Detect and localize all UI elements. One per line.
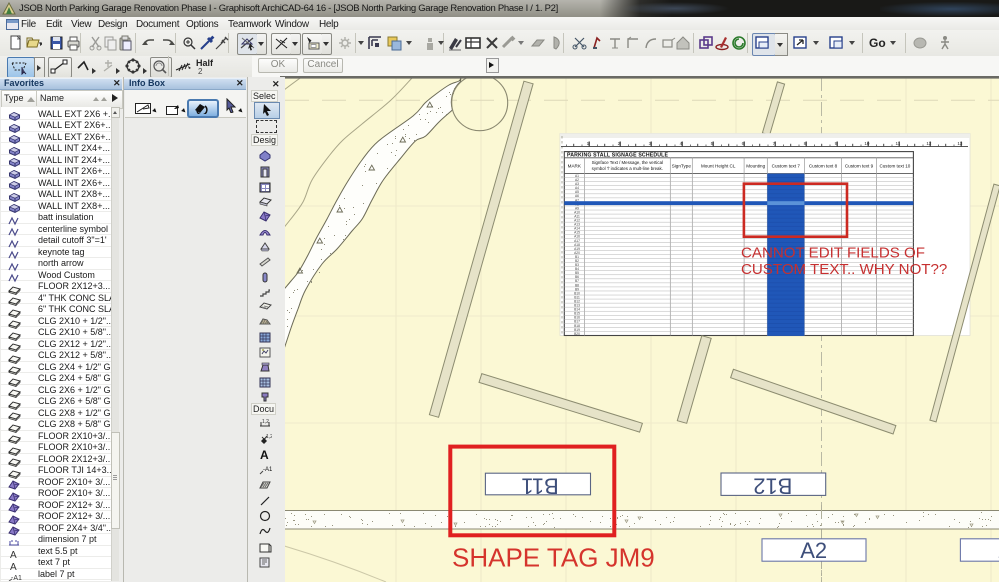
svg-text:-A1: -A1 — [11, 575, 22, 581]
svg-text:Custom text 8: Custom text 8 — [809, 164, 838, 169]
svg-text:PARKING STALL SIGNAGE SCHEDULE: PARKING STALL SIGNAGE SCHEDULE — [567, 153, 668, 159]
svg-text:Mounting: Mounting — [746, 164, 765, 169]
svg-text:1: 1 — [587, 141, 590, 146]
svg-text:symbol 'l' indicates a mult-li: symbol 'l' indicates a mult-line break. — [592, 166, 663, 171]
svg-text:Signface Text / Message, the v: Signface Text / Message, the vertical — [592, 160, 663, 165]
svg-text:CUSTOM TEXT.. WHY NOT??: CUSTOM TEXT.. WHY NOT?? — [741, 261, 947, 278]
svg-text:CANNOT EDIT FIELDS OF: CANNOT EDIT FIELDS OF — [741, 244, 925, 261]
svg-text:1,2: 1,2 — [262, 419, 269, 425]
svg-text:10: 10 — [864, 141, 870, 146]
svg-text:Custom text 9: Custom text 9 — [845, 164, 874, 169]
svg-text:B12: B12 — [753, 474, 792, 499]
svg-text:12: 12 — [926, 141, 932, 146]
svg-text:2: 2 — [618, 141, 621, 146]
svg-text:3: 3 — [649, 141, 652, 146]
svg-text:A2: A2 — [800, 538, 827, 563]
svg-text:8: 8 — [804, 141, 807, 146]
svg-text:7: 7 — [773, 141, 776, 146]
svg-text:SignType: SignType — [672, 164, 692, 169]
svg-text:11: 11 — [896, 141, 901, 146]
svg-text:B20: B20 — [574, 332, 580, 336]
svg-text:6: 6 — [742, 141, 745, 146]
svg-text:Custom text 10: Custom text 10 — [879, 164, 910, 169]
svg-text:1,2: 1,2 — [266, 434, 272, 440]
svg-text:13: 13 — [957, 141, 963, 146]
svg-text:-A1: -A1 — [263, 467, 272, 473]
svg-text:5: 5 — [711, 141, 714, 146]
svg-text:Mount Height CL: Mount Height CL — [701, 164, 736, 169]
svg-text:SHAPE TAG JM9: SHAPE TAG JM9 — [452, 543, 655, 573]
svg-text:Custom text 7: Custom text 7 — [772, 164, 801, 169]
svg-text:B11: B11 — [521, 474, 559, 499]
svg-text:A: A — [260, 448, 269, 460]
svg-text:4: 4 — [680, 141, 683, 146]
svg-text:9: 9 — [835, 141, 838, 146]
svg-text:MARK: MARK — [568, 164, 582, 169]
